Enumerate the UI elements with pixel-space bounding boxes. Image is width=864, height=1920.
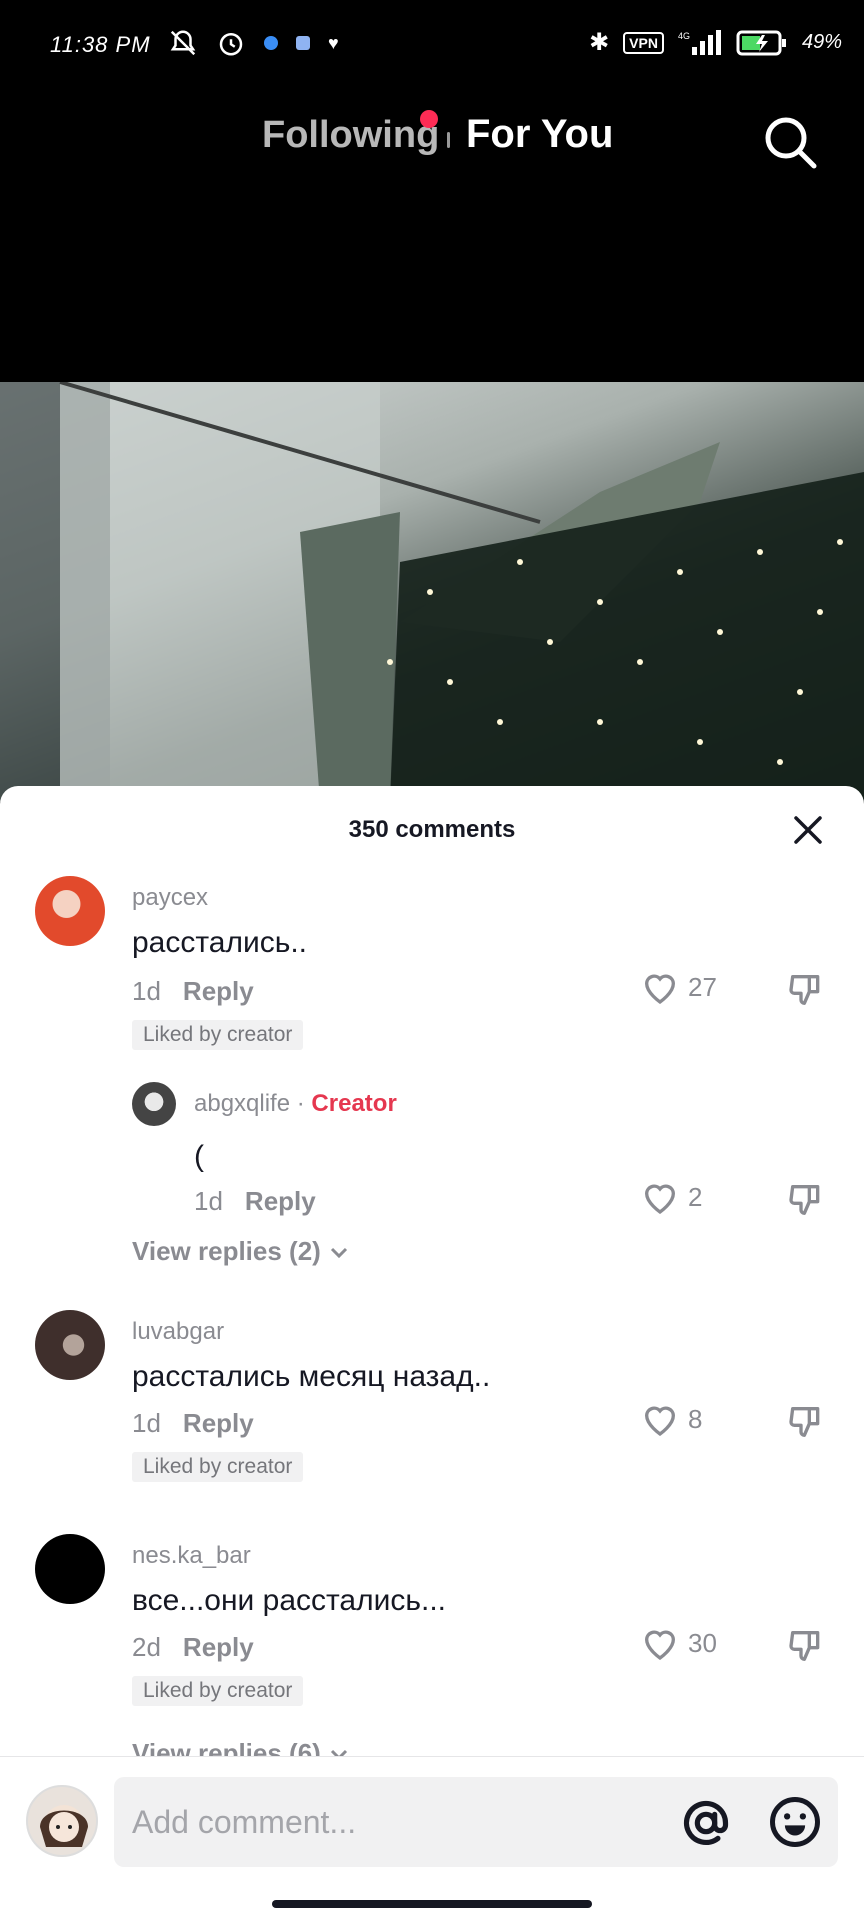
heart-icon <box>644 1184 676 1215</box>
vpn-badge: VPN <box>623 31 664 54</box>
app-notification-icon-2 <box>296 36 310 50</box>
tab-separator <box>447 132 450 148</box>
comment-meta: 1d Reply <box>132 1408 254 1439</box>
like-button[interactable]: 30 <box>640 1624 717 1662</box>
comment-meta: 2d Reply <box>132 1632 254 1663</box>
comment-time: 2d <box>132 1632 161 1662</box>
like-count: 30 <box>688 1627 717 1658</box>
like-count: 8 <box>688 1403 703 1434</box>
liked-by-creator-badge: Liked by creator <box>132 1452 304 1482</box>
comment-username[interactable]: nes.ka_bar <box>132 1542 251 1570</box>
status-right: ✱ VPN 4G 49% <box>589 28 842 57</box>
comment-time: 1d <box>132 1408 161 1438</box>
home-indicator[interactable] <box>272 1900 592 1908</box>
reply-text: ( <box>194 1140 204 1173</box>
close-icon[interactable] <box>790 812 826 848</box>
search-icon[interactable] <box>760 112 820 172</box>
comment-text: все...они расстались... <box>132 1584 446 1617</box>
avatar[interactable] <box>35 1534 105 1604</box>
reply-username-line: abgxqlife · Creator <box>194 1090 397 1118</box>
video-player[interactable] <box>0 382 864 802</box>
reply-button[interactable]: Reply <box>245 1186 316 1216</box>
notification-icons: ♥ <box>168 28 339 58</box>
heart-icon <box>644 974 676 1005</box>
dislike-icon[interactable] <box>786 970 826 1010</box>
chevron-down-icon <box>330 1247 347 1258</box>
feed-header: Following For You <box>0 92 864 382</box>
comments-count: 350 comments <box>348 816 516 843</box>
battery-percent: 49% <box>801 31 842 53</box>
emoji-icon[interactable] <box>768 1795 822 1849</box>
status-bar: 11:38 PM ♥ ✱ VPN 4G 49% <box>0 0 864 92</box>
dislike-icon[interactable] <box>786 1180 826 1220</box>
battery-icon <box>736 30 786 55</box>
heart-notification-icon: ♥ <box>328 32 339 53</box>
avatar[interactable] <box>35 1310 105 1380</box>
alarm-icon <box>219 33 243 56</box>
creator-label: Creator <box>311 1090 397 1117</box>
comment-meta: 1d Reply <box>132 976 254 1007</box>
avatar[interactable] <box>35 876 105 946</box>
reply-button[interactable]: Reply <box>183 1632 254 1662</box>
comment-username[interactable]: luvabgar <box>132 1318 224 1346</box>
view-replies-label: View replies (2) <box>132 1236 321 1266</box>
tab-for-you[interactable]: For You <box>466 112 613 157</box>
following-notification-dot <box>420 110 438 128</box>
reply-button[interactable]: Reply <box>183 976 254 1006</box>
like-count: 2 <box>688 1181 703 1212</box>
view-replies-button[interactable]: View replies (2) <box>132 1236 351 1267</box>
comment-username[interactable]: paycex <box>132 884 208 912</box>
avatar-illustration <box>40 1805 88 1847</box>
app-notification-icon <box>264 36 278 50</box>
reply-username[interactable]: abgxqlife <box>194 1090 290 1117</box>
liked-by-creator-badge: Liked by creator <box>132 1020 304 1050</box>
heart-icon <box>644 1630 676 1661</box>
comments-sheet: 350 comments paycex расстались.. 1d Reply… <box>0 786 864 1920</box>
avatar[interactable] <box>132 1082 176 1126</box>
reply-meta: 1d Reply <box>194 1186 316 1217</box>
network-label: 4G <box>678 31 690 41</box>
separator-dot: · <box>296 1090 305 1117</box>
like-count: 27 <box>688 971 717 1002</box>
dislike-icon[interactable] <box>786 1402 826 1442</box>
comment-time: 1d <box>132 976 161 1006</box>
heart-icon <box>644 1406 676 1437</box>
comment-text: расстались.. <box>132 926 308 959</box>
video-frame <box>0 382 864 802</box>
bluetooth-icon: ✱ <box>589 29 610 56</box>
mention-icon[interactable] <box>680 1797 732 1849</box>
dislike-icon[interactable] <box>786 1626 826 1666</box>
reply-button[interactable]: Reply <box>183 1408 254 1438</box>
tab-following[interactable]: Following <box>262 114 439 157</box>
mute-bell-icon <box>170 30 196 56</box>
signal-icon: 4G <box>678 29 721 55</box>
reply-time: 1d <box>194 1186 223 1216</box>
my-avatar[interactable] <box>26 1785 98 1857</box>
comment-input-bar <box>0 1756 864 1920</box>
like-button[interactable]: 27 <box>640 968 717 1006</box>
comment-text: расстались месяц назад.. <box>132 1360 491 1393</box>
liked-by-creator-badge: Liked by creator <box>132 1676 304 1706</box>
status-time: 11:38 PM <box>50 32 151 57</box>
like-button[interactable]: 2 <box>640 1178 702 1216</box>
like-button[interactable]: 8 <box>640 1400 702 1438</box>
